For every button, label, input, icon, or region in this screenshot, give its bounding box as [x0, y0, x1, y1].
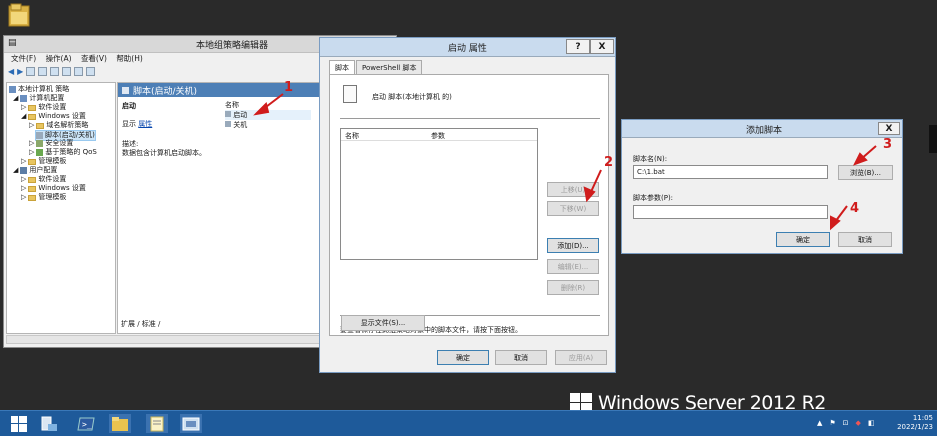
clock-date: 2022/1/23	[897, 423, 933, 431]
annotation-3: 3	[883, 137, 893, 152]
system-tray: ▲ ⚑ ⊡ ◆ ◧	[817, 419, 875, 427]
arrow-1-head	[253, 102, 270, 116]
svg-text:>_: >_	[82, 420, 92, 429]
clock-time: 11:05	[912, 414, 933, 422]
security-shield-icon[interactable]: ◆	[856, 419, 861, 427]
annotation-4: 4	[850, 201, 860, 216]
powershell-icon[interactable]: >_	[75, 414, 97, 433]
annotation-arrows	[253, 93, 877, 231]
volume-icon[interactable]: ◧	[868, 419, 875, 427]
annotation-1: 1	[284, 80, 294, 95]
show-hidden-icon[interactable]: ▲	[817, 419, 822, 427]
file-explorer-icon[interactable]	[109, 414, 131, 433]
notepad-icon[interactable]	[146, 414, 168, 433]
taskbar: >_ ▲ ⚑ ⊡ ◆ ◧ 11:05 2022/1/23	[0, 410, 937, 436]
clock[interactable]: 11:05 2022/1/23	[897, 414, 933, 432]
server-manager-icon[interactable]	[38, 414, 60, 433]
flag-icon[interactable]: ⚑	[829, 419, 835, 427]
network-icon[interactable]: ⊡	[843, 419, 849, 427]
annotation-2: 2	[604, 155, 614, 170]
policy-editor-icon[interactable]	[180, 414, 202, 433]
start-icon[interactable]	[8, 414, 30, 433]
